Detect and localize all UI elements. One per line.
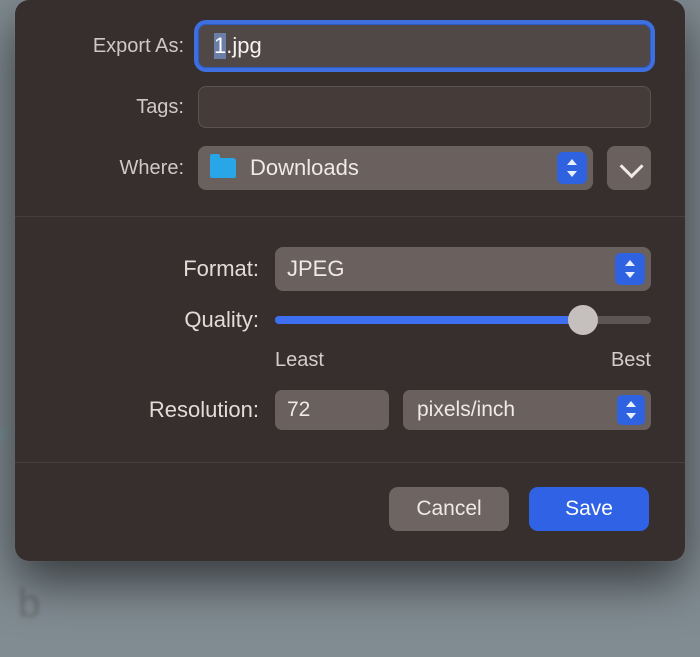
format-value: JPEG [287, 256, 344, 282]
quality-least-label: Least [275, 349, 324, 372]
format-stepper-icon [615, 253, 645, 285]
slider-thumb[interactable] [568, 305, 598, 335]
unit-stepper-icon [617, 395, 645, 425]
chevron-down-icon [619, 154, 643, 178]
where-value: Downloads [250, 155, 359, 181]
format-popup[interactable]: JPEG [275, 247, 651, 291]
quality-label: Quality: [49, 307, 275, 333]
resolution-unit-popup[interactable]: pixels/inch [403, 390, 651, 430]
resolution-unit-value: pixels/inch [417, 398, 515, 422]
slider-fill [275, 316, 583, 324]
where-popup[interactable]: Downloads [198, 146, 593, 190]
quality-best-label: Best [611, 349, 651, 372]
resolution-label: Resolution: [49, 397, 275, 423]
where-stepper-icon [557, 152, 587, 184]
tags-label: Tags: [49, 96, 198, 119]
folder-icon [210, 158, 236, 178]
expand-browse-button[interactable] [607, 146, 651, 190]
export-dialog: Export As: Tags: Where: Downloads [15, 0, 685, 561]
export-as-label: Export As: [49, 35, 198, 58]
save-button[interactable]: Save [529, 487, 649, 531]
format-label: Format: [49, 256, 275, 282]
cancel-button[interactable]: Cancel [389, 487, 509, 531]
resolution-input[interactable] [275, 390, 389, 430]
where-label: Where: [49, 157, 198, 180]
quality-slider[interactable] [275, 305, 651, 335]
tags-input[interactable] [198, 86, 651, 128]
filename-input[interactable] [198, 24, 651, 68]
